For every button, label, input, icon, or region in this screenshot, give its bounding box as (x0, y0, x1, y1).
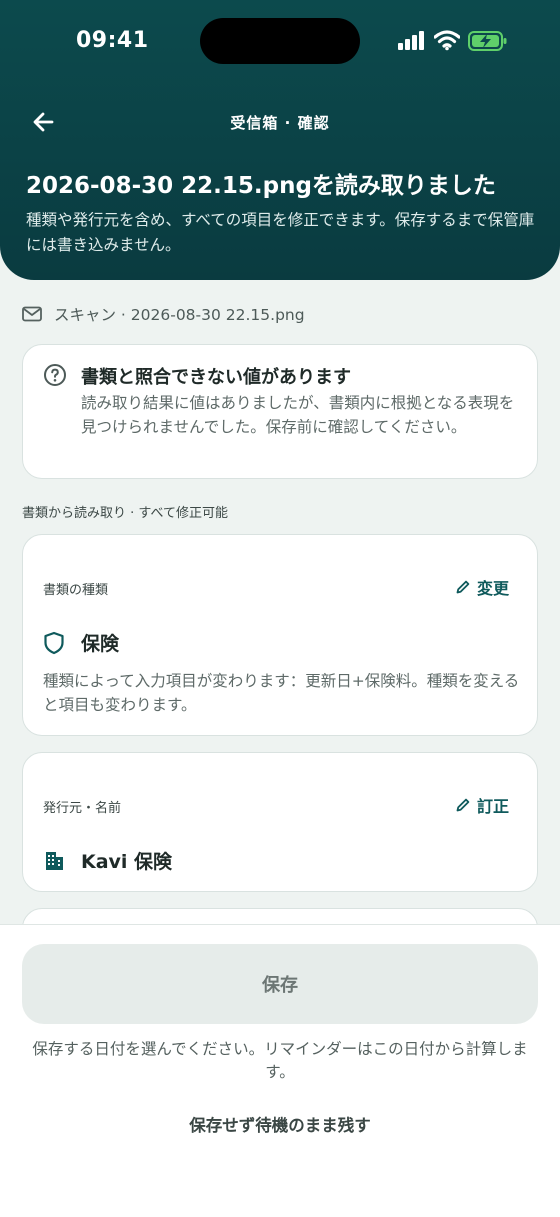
field-value: Kavi 保険 (43, 847, 172, 874)
change-type-button[interactable]: 変更 (455, 575, 509, 599)
correct-issuer-button[interactable]: 訂正 (455, 793, 509, 817)
field-label: 書類の種類 (43, 583, 109, 598)
question-circle-icon (44, 364, 66, 386)
field-label: 発行元・名前 (43, 801, 122, 816)
field-value-text: 保険 (81, 633, 120, 655)
header: 09:41 受信箱 · 確認 2026-08-30 22.15.pngを読み取り… (0, 0, 560, 280)
save-note: 保存する日付を選んでください。リマインダーはこの日付から計算します。 (32, 1040, 528, 1081)
wifi-icon (434, 30, 460, 51)
correct-issuer-label: 訂正 (476, 797, 509, 816)
field-card-document-type: 書類の種類 変更 保険 種類によって入力項目が変わります：更新日+保険料。種類を… (22, 534, 538, 736)
pencil-icon (456, 798, 470, 812)
warning-body: 読み取り結果に値はありましたが、書類内に根拠となる表現を見つけられませんでした。… (81, 394, 515, 436)
section-label: 書類から読み取り · すべて修正可能 (22, 506, 228, 521)
field-value: 保険 (43, 629, 119, 656)
signal-icon (398, 30, 426, 50)
shield-icon (44, 631, 64, 654)
status-time: 09:41 (76, 28, 149, 53)
leave-pending-link[interactable]: 保存せず待機のまま残す (0, 1112, 560, 1136)
source-info: スキャン · 2026-08-30 22.15.png (22, 302, 305, 326)
source-text: スキャン · 2026-08-30 22.15.png (54, 306, 305, 324)
pencil-icon (456, 580, 470, 594)
field-card-issuer: 発行元・名前 訂正 Kavi 保険 (22, 752, 538, 892)
nav-bar: 受信箱 · 確認 (0, 100, 560, 144)
mail-icon (22, 306, 42, 322)
status-bar: 09:41 (0, 0, 560, 82)
warning-card: 書類と照合できない値があります 読み取り結果に値はありましたが、書類内に根拠とな… (22, 344, 538, 479)
field-value-text: Kavi 保険 (81, 851, 173, 873)
save-button[interactable]: 保存 (22, 944, 538, 1024)
change-type-label: 変更 (476, 579, 509, 598)
field-help: 種類によって入力項目が変わります：更新日+保険料。種類を変えると項目も変わります… (43, 672, 520, 714)
dynamic-island (200, 18, 360, 64)
warning-title: 書類と照合できない値があります (81, 367, 351, 388)
page-title: 2026-08-30 22.15.pngを読み取りました (26, 173, 496, 199)
nav-title: 受信箱 · 確認 (230, 114, 330, 132)
bottom-action-bar: 保存 保存する日付を選んでください。リマインダーはこの日付から計算します。 保存… (0, 924, 560, 1217)
building-icon (46, 851, 63, 870)
battery-charging-icon (468, 31, 507, 51)
page-subtitle: 種類や発行元を含め、すべての項目を修正できます。保存するまで保管庫には書き込みま… (26, 211, 535, 254)
